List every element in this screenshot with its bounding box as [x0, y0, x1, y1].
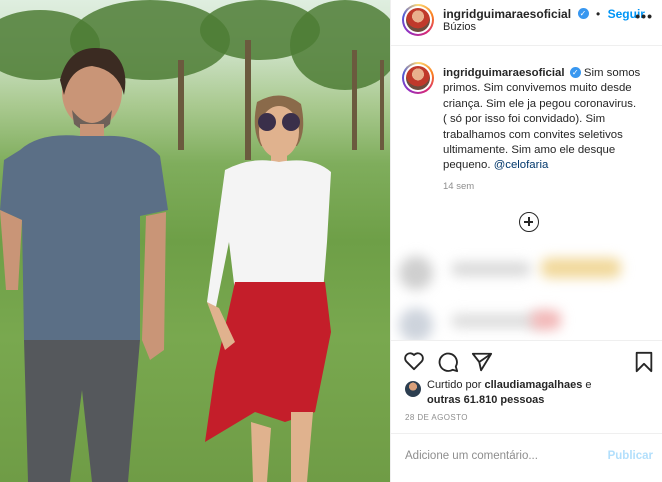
liked-by-avatar[interactable] [405, 381, 421, 397]
add-comment-bar: Adicione um comentário... Publicar [391, 433, 662, 482]
paper-plane-icon[interactable] [471, 351, 493, 373]
hidden-comments-blur [391, 236, 662, 340]
post-location[interactable]: Búzios [443, 21, 476, 33]
bookmark-icon[interactable] [634, 351, 654, 373]
verified-badge-icon: ✓ [569, 67, 581, 79]
tree-foliage [290, 0, 390, 90]
heart-icon[interactable] [403, 351, 425, 371]
post-date[interactable]: 28 DE AGOSTO [405, 413, 468, 422]
more-options-icon[interactable]: ••• [635, 8, 653, 24]
man-figure [0, 48, 168, 482]
post-caption: ingridguimaraesoficial ✓ Sim somos primo… [443, 66, 641, 174]
tree-trunk [352, 50, 357, 150]
tree-trunk [380, 60, 384, 150]
liked-mid: e [582, 379, 592, 391]
post-actions: Curtido por cllaudiamagalhaes e outras 6… [391, 340, 662, 438]
post-photo[interactable] [0, 0, 390, 482]
liked-prefix: Curtido por [427, 379, 485, 391]
comment-icon[interactable] [437, 351, 459, 373]
publish-button[interactable]: Publicar [608, 450, 653, 462]
author-username[interactable]: ingridguimaraesoficial [443, 7, 571, 21]
plus-circle-icon[interactable] [519, 212, 539, 232]
caption-text: Sim somos primos. Sim convivemos muito d… [443, 67, 641, 172]
caption-mention-link[interactable]: @celofaria [494, 159, 549, 171]
woman-figure [205, 95, 331, 482]
caption-username[interactable]: ingridguimaraesoficial [443, 67, 565, 79]
post-sidebar: ingridguimaraesoficial ✓ • Seguir Búzios… [390, 0, 662, 482]
comment-input[interactable]: Adicione um comentário... [405, 450, 538, 462]
liked-by-user-link[interactable]: cllaudiamagalhaes [484, 379, 582, 391]
post-header: ingridguimaraesoficial ✓ • Seguir Búzios… [391, 0, 662, 46]
liked-others-link[interactable]: outras 61.810 pessoas [427, 394, 544, 406]
author-avatar[interactable] [402, 4, 434, 36]
separator-dot: • [595, 7, 601, 21]
likes-summary: Curtido por cllaudiamagalhaes e outras 6… [427, 378, 655, 408]
caption-timestamp[interactable]: 14 sem [443, 181, 474, 192]
caption-author-avatar[interactable] [402, 62, 434, 94]
verified-badge-icon: ✓ [577, 8, 589, 20]
